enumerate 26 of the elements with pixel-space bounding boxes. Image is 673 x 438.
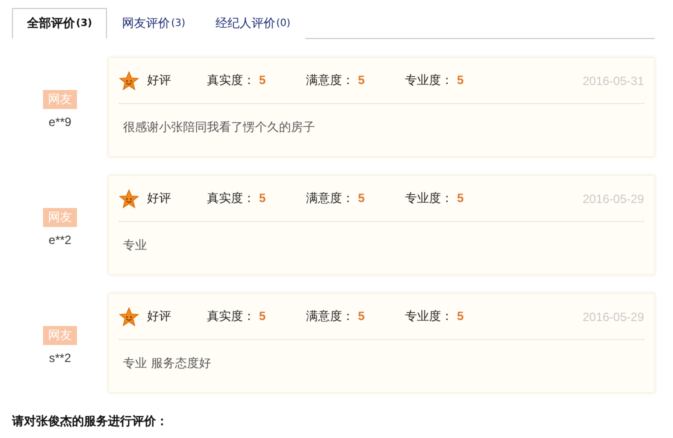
user-name: e**9 (48, 115, 72, 129)
smiley-star-icon (119, 306, 139, 326)
user-type-badge: 网友 (43, 90, 77, 109)
verdict-label: 好评 (147, 308, 172, 325)
verdict-label: 好评 (147, 72, 172, 89)
rating-text: 专业度： 5 (405, 190, 465, 207)
rating-text: 专业度： 5 (405, 72, 465, 89)
review-comment: 专业 (122, 237, 148, 254)
rating-prompt: 请对张俊杰的服务进行评价： (12, 413, 169, 430)
review-comment: 专业 服务态度好 (122, 355, 212, 372)
user-type-badge: 网友 (43, 326, 77, 345)
rating-text: 满意度： 5 (306, 308, 366, 325)
smiley-star-icon (119, 70, 139, 90)
rating-text: 满意度： 5 (306, 190, 366, 207)
rating-text: 真实度： 5 (207, 72, 267, 89)
rating-text: 真实度： 5 (207, 190, 267, 207)
review-comment: 很感谢小张陪同我看了愣个久的房子 (122, 119, 316, 136)
rating-text: 专业度： 5 (405, 308, 465, 325)
verdict-label: 好评 (147, 190, 172, 207)
user-type-badge: 网友 (43, 208, 77, 227)
rating-text: 满意度： 5 (306, 72, 366, 89)
user-name: e**2 (48, 233, 72, 247)
user-name: s**2 (48, 351, 71, 365)
smiley-star-icon (119, 188, 139, 208)
tab[interactable]: 全部评价(3) (12, 8, 108, 39)
rating-text: 真实度： 5 (207, 308, 267, 325)
